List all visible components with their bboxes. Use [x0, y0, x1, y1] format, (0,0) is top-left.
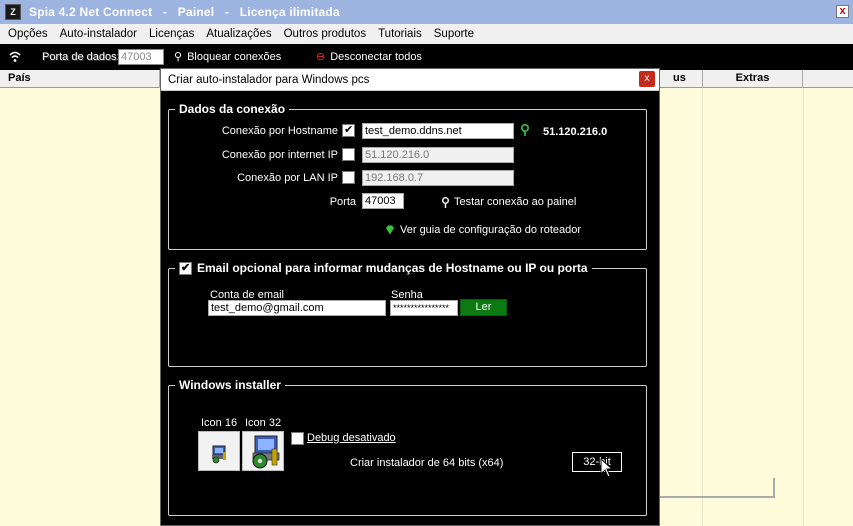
resolved-ip: 51.120.216.0 [543, 126, 608, 138]
lan-ip-label: Conexão por LAN IP [237, 172, 338, 184]
dialog-titlebar: Criar auto-instalador para Windows pcs x [161, 69, 659, 91]
data-port-label: Porta de dados: [42, 51, 120, 63]
port-field[interactable]: 47003 [362, 193, 404, 209]
menu-opcoes[interactable]: Opções [2, 28, 54, 40]
col-extras[interactable]: Extras [703, 70, 803, 88]
grid-hint-frame [659, 478, 775, 498]
internet-ip-field[interactable]: 51.120.216.0 [362, 147, 514, 163]
read-button[interactable]: Ler [460, 299, 507, 316]
auto-installer-dialog: Criar auto-instalador para Windows pcs x… [160, 68, 660, 526]
dialog-title: Criar auto-instalador para Windows pcs [168, 74, 370, 86]
port-label: Porta [329, 196, 356, 208]
grid-divider [702, 88, 703, 526]
dialog-close-button[interactable]: x [639, 71, 655, 87]
test-connection-label: Testar conexão ao painel [454, 196, 577, 208]
icon32-label: Icon 32 [245, 417, 282, 429]
installer-large-icon [252, 435, 280, 469]
grid-divider [803, 88, 804, 526]
toolbar: Porta de dados: 47003 ⚲ Bloquear conexõe… [0, 44, 853, 70]
email-legend: Email opcional para informar mudanças de… [175, 261, 592, 275]
hostname-checkbox[interactable] [342, 123, 355, 137]
block-connections-button[interactable]: ⚲ Bloquear conexões [174, 50, 282, 64]
windows-installer-legend: Windows installer [179, 378, 281, 392]
password-field[interactable]: **************** [390, 300, 458, 316]
menu-tutoriais[interactable]: Tutoriais [372, 28, 428, 40]
build-64bit-label: Criar instalador de 64 bits (x64) [350, 457, 504, 469]
icon16-label: Icon 16 [201, 417, 238, 429]
icon16-picker[interactable] [198, 431, 240, 471]
menu-atualizacoes[interactable]: Atualizações [200, 28, 277, 40]
status-antenna-icon [521, 124, 529, 136]
connection-data-legend: Dados da conexão [179, 102, 286, 116]
internet-ip-label: Conexão por internet IP [221, 149, 338, 161]
test-connection-link[interactable]: Testar conexão ao painel [441, 196, 576, 208]
col-status[interactable]: us [659, 70, 703, 88]
menu-auto-instalador[interactable]: Auto-instalador [54, 28, 143, 40]
installer-small-icon [212, 445, 226, 464]
app-titlebar: Z Spia 4.2 Net Connect - Painel - Licenç… [0, 0, 853, 24]
menubar: Opções Auto-instalador Licenças Atualiza… [0, 24, 853, 44]
menu-licencas[interactable]: Licenças [143, 28, 200, 40]
disconnect-icon: ⊖ [316, 51, 326, 63]
email-enable-checkbox[interactable] [179, 261, 192, 275]
menu-outros-produtos[interactable]: Outros produtos [278, 28, 372, 40]
hostname-field[interactable]: test_demo.ddns.net [362, 123, 514, 139]
email-account-field[interactable]: test_demo@gmail.com [208, 300, 386, 316]
app-logo-icon: Z [5, 4, 21, 20]
lan-ip-checkbox[interactable] [342, 171, 355, 184]
wifi-icon [9, 51, 21, 62]
debug-checkbox[interactable] [291, 432, 304, 445]
disconnect-all-label: Desconectar todos [330, 50, 422, 63]
email-legend-text: Email opcional para informar mudanças de… [197, 261, 588, 275]
col-country[interactable]: País [0, 70, 160, 88]
internet-ip-checkbox[interactable] [342, 148, 355, 161]
menu-suporte[interactable]: Suporte [428, 28, 480, 40]
mouse-cursor-icon [600, 458, 614, 478]
antenna-icon [442, 196, 449, 208]
bitness-toggle-button[interactable]: 32-bit [572, 452, 622, 472]
antenna-icon: ⚲ [174, 51, 183, 63]
icon32-picker[interactable] [242, 431, 284, 471]
app-title: Spia 4.2 Net Connect - Painel - Licença … [29, 5, 340, 19]
block-connections-label: Bloquear conexões [187, 50, 282, 63]
lan-ip-field[interactable]: 192.168.0.7 [362, 170, 514, 186]
gem-icon [386, 225, 394, 235]
router-guide-link[interactable]: Ver guia de configuração do roteador [385, 224, 581, 236]
debug-label[interactable]: Debug desativado [307, 432, 396, 444]
data-port-input[interactable]: 47003 [118, 49, 164, 65]
app-close-button[interactable]: x [836, 5, 849, 18]
disconnect-all-button[interactable]: ⊖ Desconectar todos [316, 50, 422, 64]
router-guide-label: Ver guia de configuração do roteador [400, 224, 582, 236]
hostname-label: Conexão por Hostname [221, 125, 338, 137]
